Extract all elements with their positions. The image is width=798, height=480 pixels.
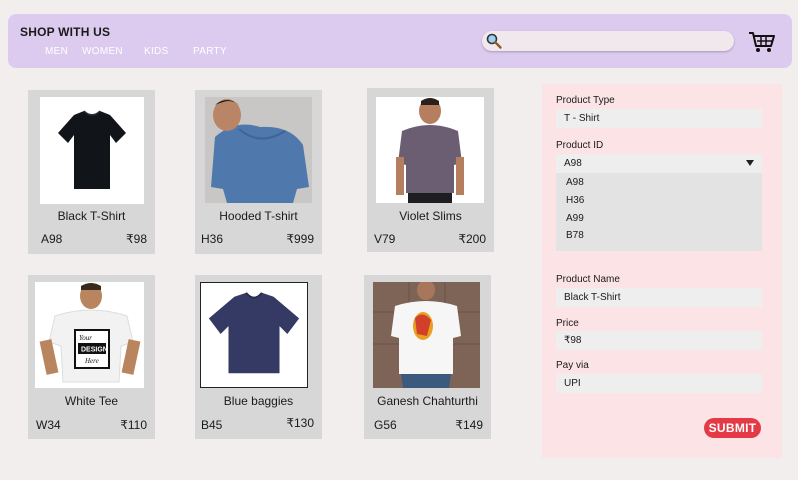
product-image xyxy=(200,282,308,388)
order-form-panel: Product Type T - Shirt Product ID A98 A9… xyxy=(542,84,782,458)
product-id-select[interactable]: A98 xyxy=(556,154,762,173)
product-card-blue-baggies[interactable]: Blue baggies B45 ₹130 xyxy=(195,275,322,439)
product-price: ₹98 xyxy=(126,232,147,246)
product-image xyxy=(373,282,480,388)
product-card-white-tee[interactable]: Your DESIGN Here White Tee W34 ₹110 xyxy=(28,275,155,439)
product-id-label: Product ID xyxy=(556,140,604,151)
product-name: Hooded T-shirt xyxy=(219,209,298,223)
product-price: ₹130 xyxy=(286,416,314,430)
svg-text:Here: Here xyxy=(84,357,99,365)
submit-button[interactable]: SUBMIT xyxy=(704,418,761,438)
product-price: ₹200 xyxy=(458,232,486,246)
nav-link-kids[interactable]: KIDS xyxy=(144,46,169,57)
product-id-selected: A98 xyxy=(564,158,582,169)
dropdown-option[interactable]: H36 xyxy=(566,195,584,206)
violet-slims-image xyxy=(396,98,464,203)
product-image: Your DESIGN Here xyxy=(35,282,144,388)
product-id-dropdown: A98 H36 A99 B78 xyxy=(556,173,762,251)
magnifier-icon[interactable] xyxy=(485,32,503,50)
white-tee-image: Your DESIGN Here xyxy=(39,283,141,383)
black-tshirt-image xyxy=(58,110,126,189)
dropdown-option[interactable]: A99 xyxy=(566,213,584,224)
dropdown-option[interactable]: A98 xyxy=(566,177,584,188)
nav-link-men[interactable]: MEN xyxy=(45,46,68,57)
product-id: V79 xyxy=(374,232,396,246)
product-price: ₹999 xyxy=(286,232,314,246)
pay-via-label: Pay via xyxy=(556,360,589,371)
product-id: G56 xyxy=(374,418,397,432)
product-name-label: Product Name xyxy=(556,274,620,285)
search-bar[interactable] xyxy=(482,31,734,51)
product-name: Ganesh Chahturthi xyxy=(377,394,478,408)
top-navbar: SHOP WITH US MEN WOMEN KIDS PARTY xyxy=(8,14,792,68)
product-card-violet-slims[interactable]: Violet Slims V79 ₹200 xyxy=(367,88,494,252)
blue-baggies-image xyxy=(208,292,300,374)
product-card-black-tshirt[interactable]: Black T-Shirt A98 ₹98 xyxy=(28,90,155,254)
product-id: B45 xyxy=(201,418,223,432)
hooded-tshirt-image xyxy=(205,97,312,203)
product-name: Violet Slims xyxy=(399,209,462,223)
price-field[interactable]: ₹98 xyxy=(556,331,762,350)
product-card-hooded-tshirt[interactable]: Hooded T-shirt H36 ₹999 xyxy=(195,90,322,254)
cart-icon[interactable] xyxy=(748,30,776,54)
nav-link-women[interactable]: WOMEN xyxy=(82,46,123,57)
product-image xyxy=(40,97,144,204)
product-name: White Tee xyxy=(64,394,119,408)
product-price: ₹110 xyxy=(120,418,147,432)
product-name-field[interactable]: Black T-Shirt xyxy=(556,288,762,307)
nav-link-party[interactable]: PARTY xyxy=(193,46,227,57)
product-id: W34 xyxy=(36,418,61,432)
product-image xyxy=(376,97,484,203)
price-label: Price xyxy=(556,318,579,329)
ganesh-tshirt-image xyxy=(373,282,480,388)
dropdown-option[interactable]: B78 xyxy=(566,230,584,241)
product-price: ₹149 xyxy=(455,418,483,432)
product-type-label: Product Type xyxy=(556,95,615,106)
search-input[interactable] xyxy=(506,33,726,49)
brand-title: SHOP WITH US xyxy=(20,25,111,39)
product-image xyxy=(205,97,312,203)
chevron-down-icon[interactable] xyxy=(746,160,754,166)
svg-text:DESIGN: DESIGN xyxy=(81,347,108,354)
product-name: Blue baggies xyxy=(223,394,294,408)
product-id: A98 xyxy=(41,232,63,246)
svg-text:Your: Your xyxy=(79,334,92,342)
product-id: H36 xyxy=(201,232,224,246)
pay-via-field[interactable]: UPI xyxy=(556,374,762,393)
product-card-ganesh-chahturthi[interactable]: Ganesh Chahturthi G56 ₹149 xyxy=(364,275,491,439)
product-name: Black T-Shirt xyxy=(57,209,126,223)
product-type-field[interactable]: T - Shirt xyxy=(556,109,762,128)
